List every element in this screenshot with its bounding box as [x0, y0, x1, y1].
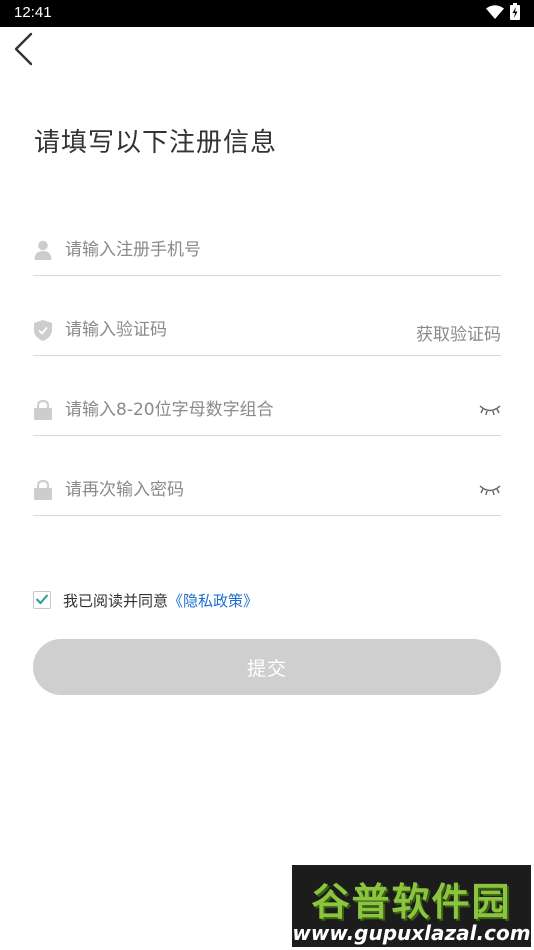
- status-time: 12:41: [14, 4, 52, 21]
- status-icons: [486, 3, 520, 24]
- phone-field: [33, 226, 501, 276]
- shield-icon: [33, 319, 53, 341]
- password-field: [33, 386, 501, 436]
- page-title: 请填写以下注册信息: [34, 128, 278, 158]
- lock-icon: [33, 399, 53, 421]
- submit-button[interactable]: 提交: [33, 639, 501, 695]
- agreement-row: 我已阅读并同意 《隐私政策》: [33, 590, 258, 610]
- watermark-url: www.gupuxlazal.com: [292, 921, 531, 945]
- get-code-button[interactable]: 获取验证码: [416, 320, 501, 345]
- lock-icon: [33, 479, 53, 501]
- code-input[interactable]: [65, 312, 425, 348]
- agreement-text: 我已阅读并同意: [63, 591, 169, 610]
- confirm-password-input[interactable]: [65, 472, 425, 508]
- eye-closed-icon[interactable]: [479, 482, 501, 498]
- battery-charging-icon: [510, 3, 520, 24]
- privacy-policy-link[interactable]: 《隐私政策》: [168, 590, 258, 611]
- eye-closed-icon[interactable]: [479, 402, 501, 418]
- code-field: 获取验证码: [33, 306, 501, 356]
- agreement-checkbox[interactable]: [33, 591, 51, 609]
- chevron-left-icon: [10, 32, 40, 74]
- wifi-icon: [486, 4, 504, 23]
- back-button[interactable]: [10, 30, 40, 70]
- watermark-logo: 谷普软件园 www.gupuxlazal.com: [292, 865, 531, 947]
- checkmark-icon: [35, 591, 49, 609]
- phone-input[interactable]: [65, 232, 425, 268]
- user-icon: [33, 239, 53, 261]
- password-input[interactable]: [65, 392, 425, 428]
- status-bar: 12:41: [0, 0, 534, 27]
- confirm-password-field: [33, 466, 501, 516]
- watermark-title: 谷普软件园: [311, 880, 512, 924]
